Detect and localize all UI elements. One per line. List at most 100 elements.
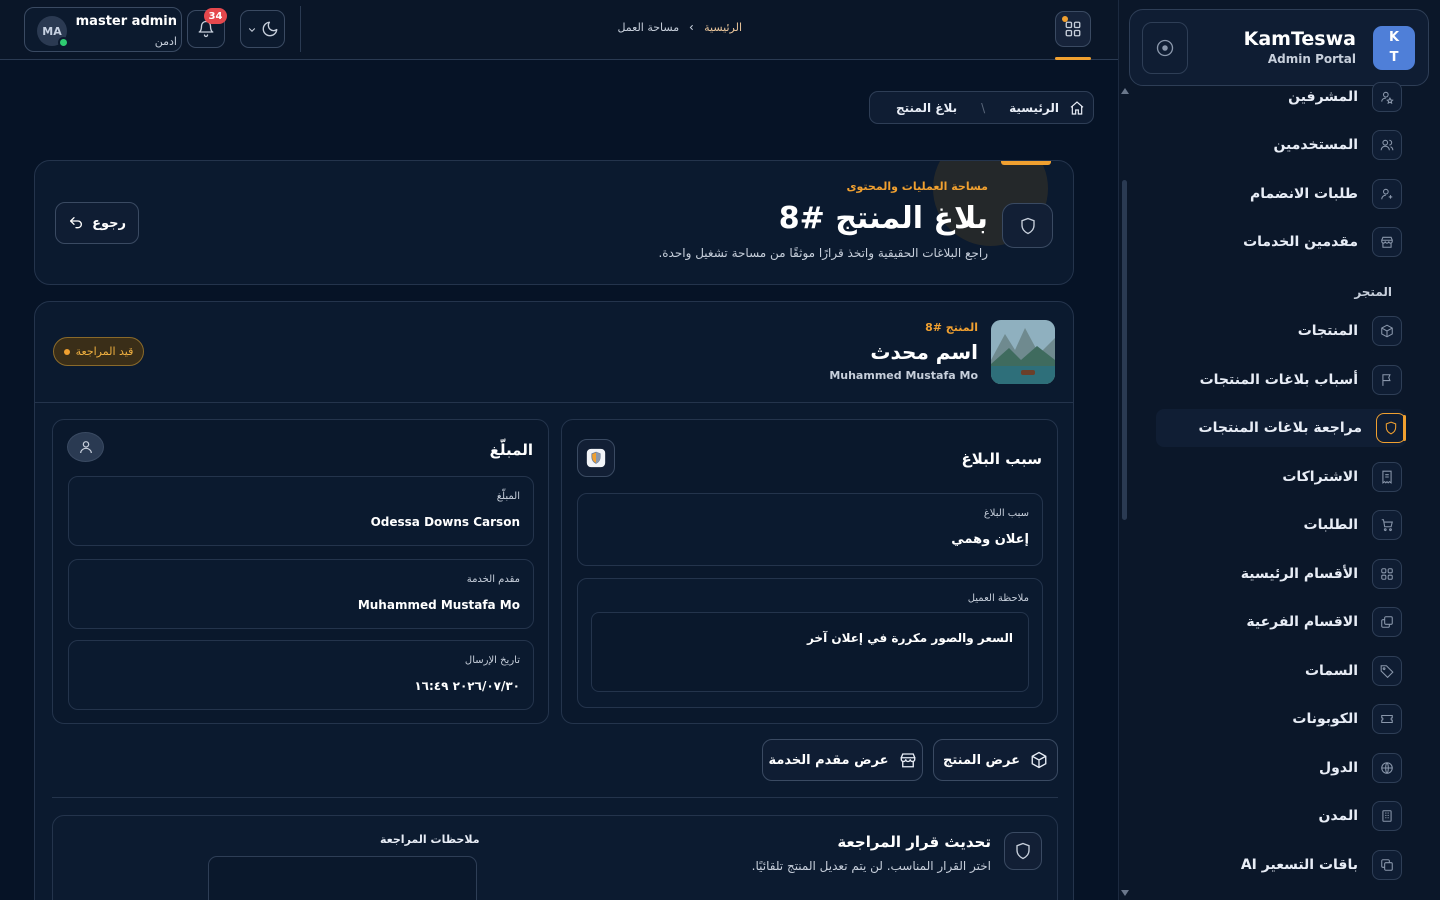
main-scrollbar[interactable]: [1122, 180, 1127, 520]
reporter-label: المبلّغ: [496, 491, 520, 502]
apps-grid-button[interactable]: [1055, 11, 1091, 47]
product-image[interactable]: [991, 320, 1055, 384]
sidebar-item-orders[interactable]: الطلبات: [1152, 506, 1402, 544]
page-subtitle: راجع البلاغات الحقيقية واتخذ قرارًا موثق…: [658, 246, 988, 260]
scroll-down-arrow-icon[interactable]: [1121, 890, 1129, 896]
theme-toggle-button[interactable]: [240, 10, 285, 48]
submission-date-value: ٢٠٢٦/٠٧/٣٠ ١٦:٤٩: [414, 679, 520, 693]
view-product-button[interactable]: عرض المنتج: [933, 739, 1058, 781]
sidebar-item-label: الاشتراكات: [1282, 469, 1358, 485]
store-icon: [900, 753, 915, 768]
sidebar-item-label: الطلبات: [1303, 517, 1358, 533]
user-name: master admin: [75, 14, 177, 29]
review-decision-card: تحديث قرار المراجعة اختر القرار المناسب.…: [52, 815, 1058, 900]
user-menu[interactable]: MA master admin ادمن: [24, 7, 182, 52]
landscape-image: [991, 320, 1055, 384]
notification-count-badge: 34: [204, 8, 227, 24]
top-bar: MA master admin ادمن 34 الرئيسية مساحة ا…: [0, 0, 1118, 60]
user-role: ادمن: [154, 35, 177, 48]
tag-icon: [1372, 656, 1402, 686]
grid-icon: [1372, 559, 1402, 589]
sidebar-item-label: باقات التسعير AI: [1240, 857, 1358, 873]
building-icon: [1372, 801, 1402, 831]
sidebar-item-ai-pricing[interactable]: باقات التسعير AI: [1152, 846, 1402, 884]
sidebar-item-countries[interactable]: الدول: [1152, 749, 1402, 787]
sidebar-item-sub-categories[interactable]: الاقسام الفرعية: [1152, 603, 1402, 641]
sidebar-item-report-review[interactable]: مراجعة بلاغات المنتجات: [1156, 409, 1406, 447]
brand-subtitle: Admin Portal: [1267, 52, 1356, 66]
apps-grid-icon: [1065, 21, 1081, 37]
back-button[interactable]: رجوع: [55, 202, 139, 244]
report-reason-value: إعلان وهمي: [951, 532, 1029, 547]
page-breadcrumb-home[interactable]: الرئيسية: [1009, 101, 1059, 115]
sidebar-item-label: المنتجات: [1297, 323, 1358, 339]
scroll-up-arrow-icon[interactable]: [1121, 88, 1129, 94]
home-icon: [1070, 100, 1084, 115]
sidebar-item-label: أسباب بلاغات المنتجات: [1199, 372, 1358, 388]
breadcrumb-separator-icon: \: [981, 100, 986, 115]
sidebar: K T KamTeswa Admin Portal المشرفين المست…: [1118, 0, 1440, 900]
reporter-avatar: [67, 432, 104, 462]
globe-icon: [1372, 753, 1402, 783]
breadcrumb-home-link[interactable]: الرئيسية: [704, 21, 742, 34]
moon-icon: [262, 21, 278, 37]
report-reason-title: سبب البلاغ: [961, 450, 1042, 468]
sidebar-item-label: الاقسام الفرعية: [1246, 614, 1358, 630]
sidebar-item-label: المستخدمين: [1273, 137, 1358, 153]
flag-icon: [1372, 365, 1402, 395]
accent-tab: [1001, 161, 1051, 165]
sidebar-item-join-requests[interactable]: طلبات الانضمام: [1152, 175, 1402, 213]
store-icon: [1372, 227, 1402, 257]
status-label: قيد المراجعة: [75, 345, 134, 358]
report-reason-label: سبب البلاغ: [983, 508, 1029, 519]
sidebar-item-products[interactable]: المنتجات: [1152, 312, 1402, 350]
report-reason-field: سبب البلاغ إعلان وهمي: [577, 493, 1043, 566]
view-provider-button[interactable]: عرض مقدم الخدمة: [762, 739, 923, 781]
product-owner: Muhammed Mustafa Mo: [829, 369, 978, 382]
submission-date-field: تاريخ الإرسال ٢٠٢٦/٠٧/٣٠ ١٦:٤٩: [68, 640, 534, 710]
decision-subtitle: اختر القرار المناسب. لن يتم تعديل المنتج…: [751, 859, 991, 873]
brand-name: KamTeswa: [1243, 28, 1356, 50]
customer-note-value: السعر والصور مكررة في إعلان آخر: [806, 631, 1013, 645]
sidebar-collapse-button[interactable]: [1142, 22, 1188, 74]
sidebar-item-service-providers[interactable]: مقدمين الخدمات: [1152, 223, 1402, 261]
apps-indicator-dot: [1062, 16, 1068, 22]
status-dot: [63, 348, 70, 355]
sidebar-item-cities[interactable]: المدن: [1152, 797, 1402, 835]
page-breadcrumb: الرئيسية \ بلاغ المنتج: [869, 91, 1094, 124]
sidebar-item-subscriptions[interactable]: الاشتراكات: [1152, 458, 1402, 496]
brand-logo-line2: T: [1389, 50, 1399, 65]
sidebar-item-attributes[interactable]: السمات: [1152, 652, 1402, 690]
receipt-icon: [1372, 462, 1402, 492]
brand-card: K T KamTeswa Admin Portal: [1129, 9, 1429, 86]
sidebar-item-report-reasons[interactable]: أسباب بلاغات المنتجات: [1152, 361, 1402, 399]
box-icon: [1031, 751, 1047, 769]
sidebar-item-label: المدن: [1318, 808, 1358, 824]
sidebar-item-coupons[interactable]: الكوبونات: [1152, 700, 1402, 738]
service-provider-field: مقدم الخدمة Muhammed Mustafa Mo: [68, 559, 534, 629]
view-product-label: عرض المنتج: [942, 752, 1021, 768]
reporter-title: المبلّغ: [489, 441, 533, 459]
box-icon: [1372, 316, 1402, 346]
sidebar-item-supervisors[interactable]: المشرفين: [1152, 78, 1402, 116]
product-name: اسم محدث: [870, 340, 978, 364]
divider: [52, 797, 1058, 798]
user-icon: [79, 441, 92, 454]
header-icon-box: [1002, 203, 1053, 248]
sidebar-item-label: الكوبونات: [1292, 711, 1358, 727]
back-button-label: رجوع: [92, 215, 126, 231]
sidebar-item-label: المشرفين: [1288, 89, 1358, 105]
reason-icon-box: [577, 439, 615, 477]
sidebar-item-label: مراجعة بلاغات المنتجات: [1198, 420, 1362, 436]
shield-icon: [1016, 842, 1030, 860]
cart-icon: [1372, 510, 1402, 540]
supervisor-icon: [1372, 82, 1402, 112]
sidebar-item-main-categories[interactable]: الأقسام الرئيسية: [1152, 555, 1402, 593]
service-provider-label: مقدم الخدمة: [466, 574, 520, 585]
product-id: المنتج #8: [925, 321, 978, 334]
review-notes-textarea[interactable]: [208, 856, 477, 900]
sidebar-section-store: المتجر: [1354, 285, 1392, 299]
submission-date-label: تاريخ الإرسال: [464, 655, 520, 666]
review-notes-label: ملاحظات المراجعة: [380, 833, 480, 846]
sidebar-item-users[interactable]: المستخدمين: [1152, 126, 1402, 164]
